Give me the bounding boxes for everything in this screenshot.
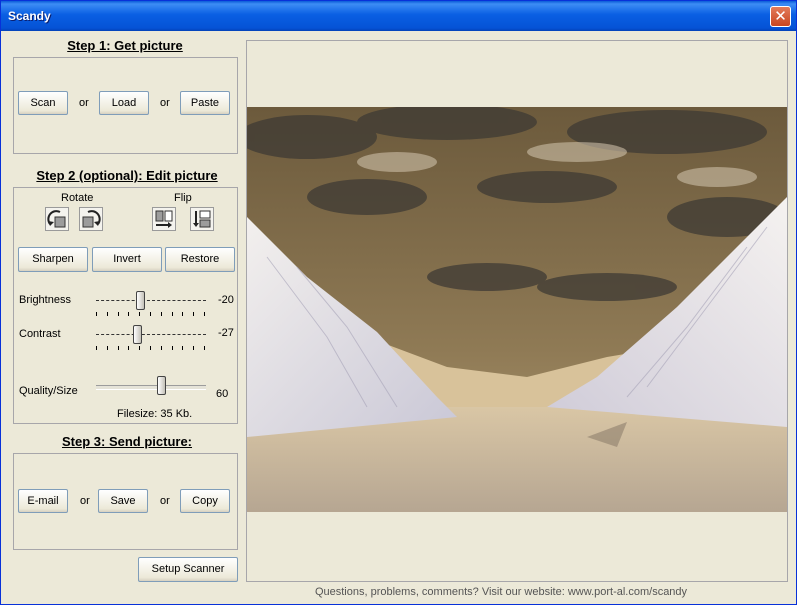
brightness-label: Brightness [19, 294, 71, 306]
contrast-slider-tick [193, 346, 194, 350]
contrast-slider-tick [150, 346, 151, 350]
or-label: or [80, 495, 90, 507]
contrast-slider-tick [172, 346, 173, 350]
contrast-label: Contrast [19, 328, 61, 340]
brightness-slider-track [96, 300, 206, 301]
close-icon: ✕ [774, 7, 787, 25]
contrast-slider-tick [204, 346, 205, 350]
quality-slider-track [96, 385, 206, 390]
preview-image [247, 107, 787, 512]
rotate-label: Rotate [61, 192, 94, 204]
brightness-slider-tick [107, 312, 108, 316]
paste-button[interactable]: Paste [180, 91, 230, 115]
brightness-slider-tick [161, 312, 162, 316]
brightness-slider-tick [204, 312, 205, 316]
sharpen-button[interactable]: Sharpen [18, 247, 88, 272]
quality-label: Quality/Size [19, 385, 78, 397]
rotate-left-button[interactable] [45, 207, 69, 231]
close-button[interactable]: ✕ [770, 6, 791, 27]
step2-heading: Step 2 (optional): Edit picture [36, 168, 218, 183]
window-title: Scandy [8, 9, 51, 23]
brightness-slider-tick [96, 312, 97, 316]
contrast-slider-tick [139, 346, 140, 350]
rotate-right-button[interactable] [79, 207, 103, 231]
step3-heading: Step 3: Send picture: [61, 434, 193, 449]
setup-scanner-button[interactable]: Setup Scanner [138, 557, 238, 582]
scan-button[interactable]: Scan [18, 91, 68, 115]
flip-horizontal-button[interactable] [152, 207, 176, 231]
or-label: or [160, 495, 170, 507]
rotate-left-icon [47, 210, 66, 228]
step1-heading: Step 1: Get picture [67, 38, 183, 53]
email-button[interactable]: E-mail [18, 489, 68, 513]
contrast-slider-tick [182, 346, 183, 350]
contrast-slider-tick [107, 346, 108, 350]
contrast-slider-tick [118, 346, 119, 350]
copy-button[interactable]: Copy [180, 489, 230, 513]
save-button[interactable]: Save [98, 489, 148, 513]
footer-website-text: Questions, problems, comments? Visit our… [314, 586, 688, 598]
contrast-slider-tick [128, 346, 129, 350]
or-label: or [79, 97, 89, 109]
rotate-right-icon [82, 210, 101, 228]
contrast-slider-tick [161, 346, 162, 350]
brightness-slider-thumb[interactable] [136, 291, 145, 310]
contrast-value: -27 [218, 327, 234, 339]
contrast-slider-tick [96, 346, 97, 350]
picture-preview-panel [246, 40, 788, 582]
brightness-value: -20 [218, 294, 234, 306]
brightness-slider-tick [150, 312, 151, 316]
contrast-slider[interactable] [96, 324, 206, 354]
brightness-slider-tick [193, 312, 194, 316]
or-label: or [160, 97, 170, 109]
flip-vertical-icon [193, 210, 211, 228]
brightness-slider-tick [172, 312, 173, 316]
flip-vertical-button[interactable] [190, 207, 214, 231]
contrast-slider-track [96, 334, 206, 335]
flip-horizontal-icon [155, 210, 173, 228]
quality-value: 60 [216, 388, 229, 400]
quality-slider-thumb[interactable] [157, 376, 166, 395]
flip-label: Flip [174, 192, 192, 204]
contrast-slider-thumb[interactable] [133, 325, 142, 344]
brightness-slider-tick [128, 312, 129, 316]
title-bar[interactable]: Scandy ✕ [1, 1, 796, 31]
invert-button[interactable]: Invert [92, 247, 162, 272]
brightness-slider-tick [139, 312, 140, 316]
brightness-slider[interactable] [96, 290, 206, 320]
brightness-slider-tick [182, 312, 183, 316]
load-button[interactable]: Load [99, 91, 149, 115]
brightness-slider-tick [118, 312, 119, 316]
filesize-label: Filesize: 35 Kb. [117, 408, 193, 420]
quality-slider[interactable] [96, 376, 206, 398]
app-window: Scandy ✕ Step 1: Get picture Scan or Loa… [0, 0, 797, 605]
restore-button[interactable]: Restore [165, 247, 235, 272]
